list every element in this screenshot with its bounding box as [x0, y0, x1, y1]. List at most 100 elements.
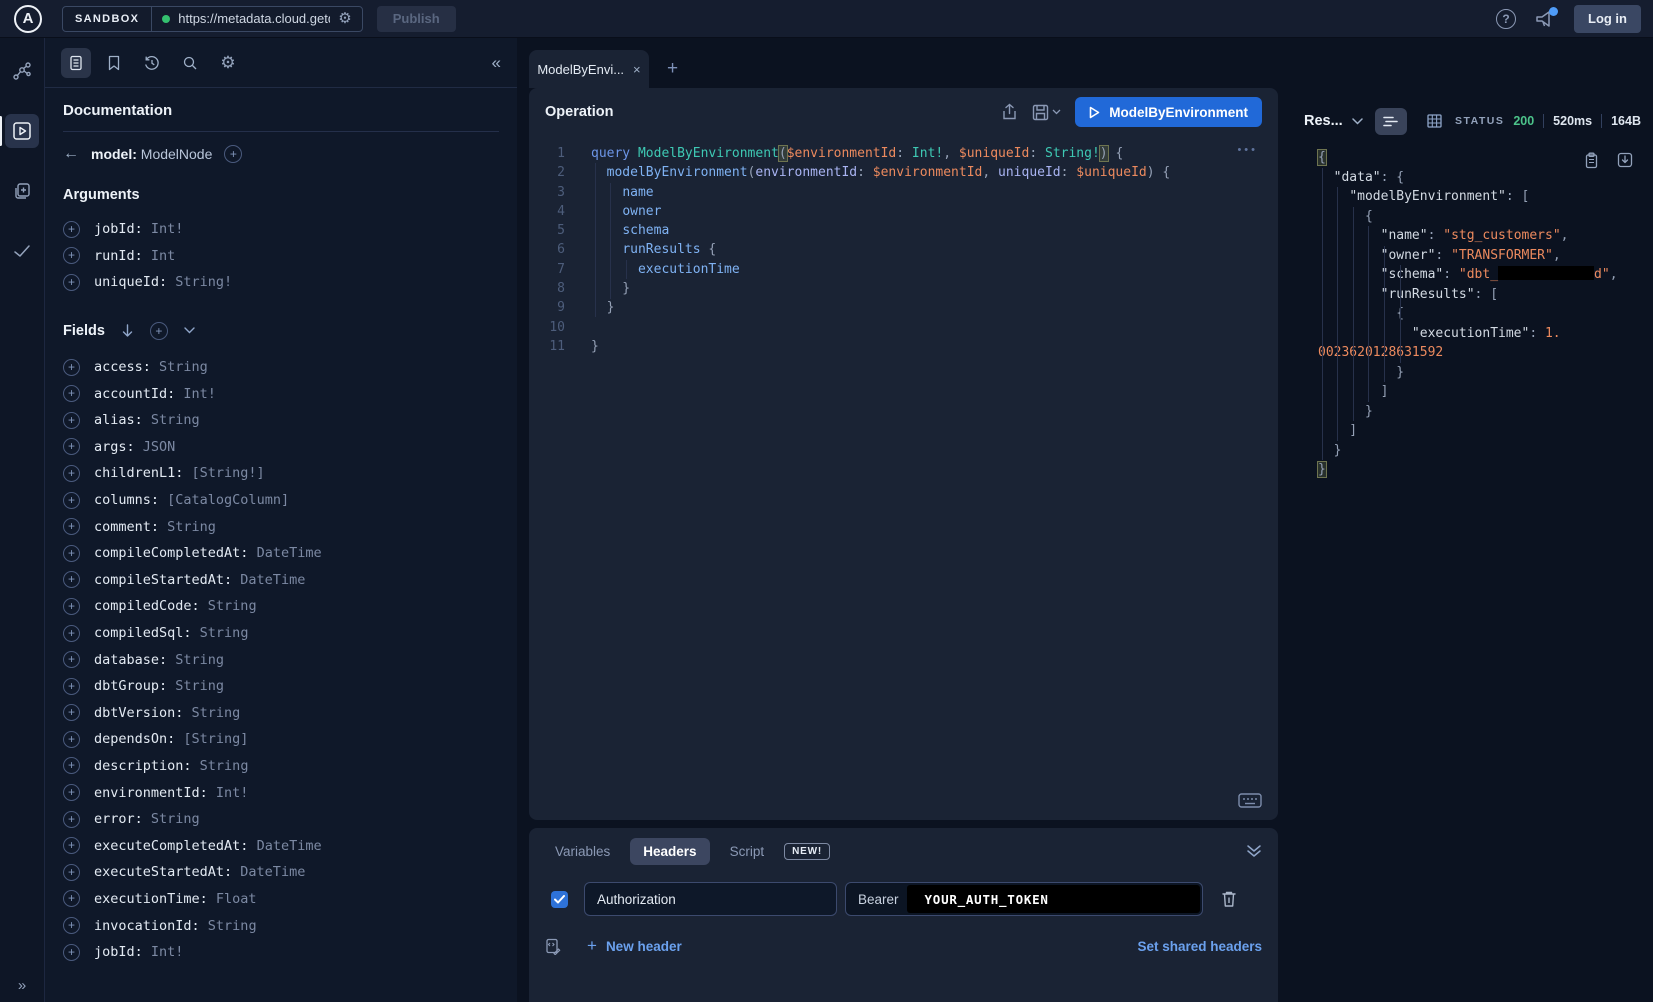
field-row[interactable]: +dbtGroup: String [63, 673, 499, 700]
add-field-to-query-icon[interactable]: + [63, 465, 80, 482]
add-field-to-query-icon[interactable]: + [63, 359, 80, 376]
set-shared-headers-link[interactable]: Set shared headers [1137, 939, 1262, 954]
sidebar-item-checklist[interactable] [5, 174, 39, 208]
download-response-icon[interactable] [1617, 152, 1633, 168]
new-header-button[interactable]: + New header [587, 936, 682, 956]
raw-view-toggle-button[interactable] [1375, 108, 1407, 135]
add-field-to-query-icon[interactable]: + [63, 571, 80, 588]
field-row[interactable]: +database: String [63, 646, 499, 673]
table-view-toggle-button[interactable] [1419, 108, 1451, 135]
keyboard-shortcuts-icon[interactable] [1238, 793, 1262, 808]
docs-tab-search[interactable] [175, 48, 205, 78]
add-field-to-query-icon[interactable]: + [63, 864, 80, 881]
add-field-to-query-icon[interactable]: + [63, 492, 80, 509]
auth-token-value[interactable]: YOUR_AUTH_TOKEN [907, 885, 1200, 913]
header-key-input[interactable]: Authorization [584, 882, 837, 916]
collapse-panel-double-chevron-icon[interactable] [1246, 844, 1262, 858]
endpoint-settings-gear-icon[interactable]: ⚙ [338, 11, 351, 26]
endpoint-url-box[interactable]: https://metadata.cloud.getd ⚙ [152, 7, 361, 31]
field-row[interactable]: +comment: String [63, 513, 499, 540]
add-field-to-query-icon[interactable]: + [63, 598, 80, 615]
field-row[interactable]: +dbtVersion: String [63, 700, 499, 727]
add-field-to-query-icon[interactable]: + [63, 757, 80, 774]
new-tab-button[interactable]: + [663, 58, 682, 80]
field-row[interactable]: +args: JSON [63, 434, 499, 461]
add-field-to-query-icon[interactable]: + [63, 651, 80, 668]
chevron-down-icon[interactable] [184, 327, 195, 334]
publish-button[interactable]: Publish [377, 6, 456, 32]
add-field-to-query-icon[interactable]: + [63, 917, 80, 934]
announcements-button[interactable] [1534, 10, 1554, 28]
add-type-to-query-icon[interactable]: + [224, 145, 242, 163]
add-field-to-query-icon[interactable]: + [63, 678, 80, 695]
login-button[interactable]: Log in [1574, 5, 1641, 33]
field-row[interactable]: +access: String [63, 354, 499, 381]
add-all-fields-icon[interactable]: + [150, 322, 168, 340]
add-field-to-query-icon[interactable]: + [63, 274, 80, 291]
add-field-to-query-icon[interactable]: + [63, 811, 80, 828]
sort-arrow-down-icon[interactable] [121, 324, 134, 338]
add-field-to-query-icon[interactable]: + [63, 784, 80, 801]
header-preview-icon[interactable] [545, 938, 561, 955]
field-row[interactable]: +dependsOn: [String] [63, 726, 499, 753]
add-field-to-query-icon[interactable]: + [63, 890, 80, 907]
close-tab-icon[interactable]: × [633, 62, 641, 77]
header-value-input[interactable]: Bearer YOUR_AUTH_TOKEN [845, 882, 1203, 916]
graphql-editor[interactable]: ••• 1query ModelByEnvironment($environme… [529, 136, 1278, 820]
response-dropdown-chevron-icon[interactable] [1352, 118, 1363, 125]
add-field-to-query-icon[interactable]: + [63, 837, 80, 854]
field-row[interactable]: +invocationId: String [63, 912, 499, 939]
sidebar-item-checks[interactable] [5, 234, 39, 268]
header-enabled-checkbox[interactable] [551, 891, 568, 908]
field-row[interactable]: +compiledSql: String [63, 620, 499, 647]
field-row[interactable]: +compileStartedAt: DateTime [63, 567, 499, 594]
add-field-to-query-icon[interactable]: + [63, 221, 80, 238]
field-row[interactable]: +jobId: Int! [63, 216, 499, 243]
field-row[interactable]: +jobId: Int! [63, 939, 499, 966]
field-row[interactable]: +runId: Int [63, 243, 499, 270]
share-operation-button[interactable] [1001, 103, 1018, 121]
add-field-to-query-icon[interactable]: + [63, 731, 80, 748]
field-row[interactable]: +executeStartedAt: DateTime [63, 859, 499, 886]
field-row[interactable]: +columns: [CatalogColumn] [63, 487, 499, 514]
add-field-to-query-icon[interactable]: + [63, 385, 80, 402]
field-row[interactable]: +compiledCode: String [63, 593, 499, 620]
field-row[interactable]: +description: String [63, 753, 499, 780]
save-operation-button[interactable] [1032, 104, 1061, 121]
run-operation-button[interactable]: ModelByEnvironment [1075, 97, 1262, 127]
field-row[interactable]: +alias: String [63, 407, 499, 434]
sidebar-item-explorer[interactable] [5, 114, 39, 148]
add-field-to-query-icon[interactable]: + [63, 412, 80, 429]
delete-header-button[interactable] [1221, 890, 1237, 908]
docs-tab-documentation[interactable] [61, 48, 91, 78]
add-field-to-query-icon[interactable]: + [63, 704, 80, 721]
field-row[interactable]: +error: String [63, 806, 499, 833]
editor-more-menu-icon[interactable]: ••• [1237, 144, 1258, 156]
field-row[interactable]: +executeCompletedAt: DateTime [63, 832, 499, 859]
expand-panel-button[interactable]: » [0, 977, 44, 994]
breadcrumb-type[interactable]: ModelNode [141, 146, 213, 162]
tab-headers[interactable]: Headers [630, 838, 709, 865]
field-row[interactable]: +environmentId: Int! [63, 779, 499, 806]
add-field-to-query-icon[interactable]: + [63, 518, 80, 535]
field-row[interactable]: +executionTime: Float [63, 886, 499, 913]
sidebar-item-schema[interactable] [5, 54, 39, 88]
add-field-to-query-icon[interactable]: + [63, 438, 80, 455]
add-field-to-query-icon[interactable]: + [63, 625, 80, 642]
docs-tab-saved[interactable] [99, 48, 129, 78]
response-dropdown-label[interactable]: Res... [1304, 113, 1343, 129]
add-field-to-query-icon[interactable]: + [63, 247, 80, 264]
add-field-to-query-icon[interactable]: + [63, 545, 80, 562]
tab-variables[interactable]: Variables [545, 838, 620, 865]
field-row[interactable]: +accountId: Int! [63, 380, 499, 407]
copy-response-icon[interactable] [1584, 152, 1599, 169]
add-field-to-query-icon[interactable]: + [63, 944, 80, 961]
tab-script[interactable]: Script [720, 838, 775, 865]
tab-modelbyenvironment[interactable]: ModelByEnvi... × [529, 50, 649, 88]
help-icon[interactable]: ? [1496, 9, 1516, 29]
field-row[interactable]: +uniqueId: String! [63, 269, 499, 296]
field-row[interactable]: +compileCompletedAt: DateTime [63, 540, 499, 567]
docs-tab-settings[interactable]: ⚙ [213, 48, 243, 78]
field-row[interactable]: +childrenL1: [String!] [63, 460, 499, 487]
endpoint-url-input[interactable]: https://metadata.cloud.getd [178, 11, 330, 26]
